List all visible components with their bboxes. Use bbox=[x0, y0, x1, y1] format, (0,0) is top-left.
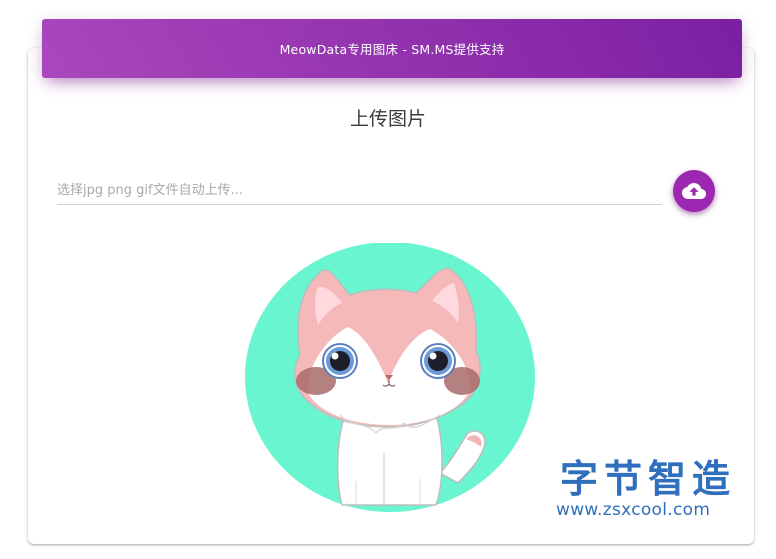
card-header: MeowData专用图床 - SM.MS提供支持 bbox=[42, 19, 742, 78]
watermark: 字节智造 www.zsxcool.com bbox=[556, 458, 751, 520]
watermark-brand: 字节智造 bbox=[560, 457, 737, 501]
upload-heading: 上传图片 bbox=[349, 108, 426, 130]
file-input[interactable] bbox=[57, 176, 662, 205]
upload-button[interactable] bbox=[673, 170, 715, 212]
header-title: MeowData专用图床 - SM.MS提供支持 bbox=[279, 42, 505, 57]
cat-avatar-image bbox=[244, 242, 540, 515]
watermark-url: www.zsxcool.com bbox=[556, 500, 711, 520]
cloud-upload-icon bbox=[682, 183, 706, 199]
